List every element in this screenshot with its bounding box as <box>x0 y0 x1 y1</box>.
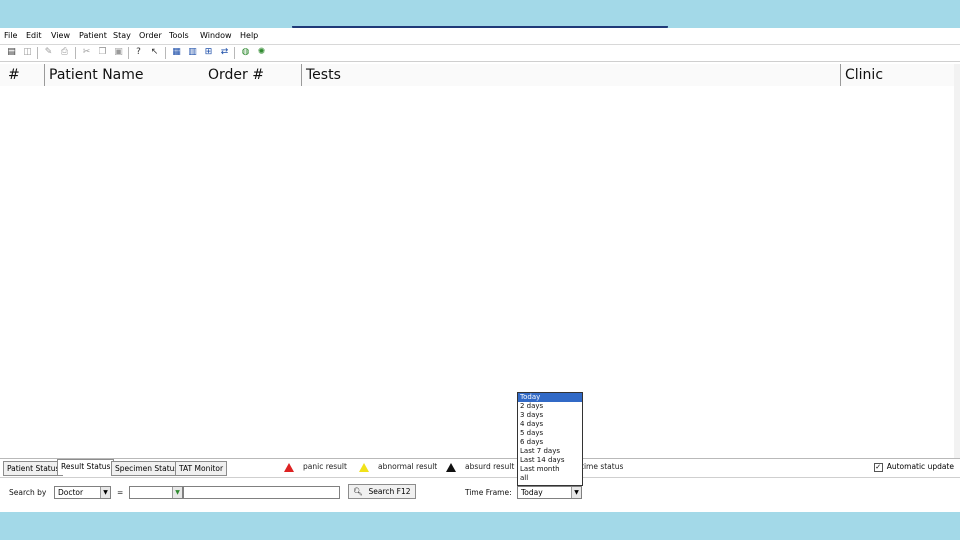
edit-icon[interactable]: ✎ <box>43 47 54 58</box>
menu-file[interactable]: File <box>4 31 17 41</box>
open-folder-icon[interactable]: ▤ <box>6 47 17 58</box>
chevron-down-icon[interactable]: ▼ <box>100 487 110 498</box>
time-frame-option-today[interactable]: Today <box>518 393 582 402</box>
legend-absurd-label: absurd result <box>465 462 515 471</box>
time-frame-select[interactable]: Today ▼ <box>517 486 582 499</box>
column-header-clinic[interactable]: Clinic <box>840 64 899 86</box>
results-table-body[interactable] <box>0 86 954 458</box>
chevron-down-icon[interactable]: ▼ <box>571 487 581 498</box>
time-frame-value: Today <box>521 488 543 497</box>
menu-patient[interactable]: Patient <box>79 31 107 41</box>
time-frame-option-last-14-days[interactable]: Last 14 days <box>518 456 582 465</box>
menu-window[interactable]: Window <box>200 31 232 41</box>
legend-panic: panic result <box>284 462 347 472</box>
tab-patient-status[interactable]: Patient Status <box>3 461 64 476</box>
column-header-tests[interactable]: Tests <box>301 64 842 86</box>
toolbar-separator <box>37 47 38 59</box>
time-frame-dropdown-list: Today 2 days 3 days 4 days 5 days 6 days… <box>517 392 583 486</box>
panic-triangle-icon <box>284 462 294 472</box>
vertical-scrollbar[interactable] <box>954 64 960 458</box>
column-header-number[interactable]: # <box>4 64 44 86</box>
column-header-order-number[interactable]: Order # <box>204 64 302 86</box>
context-help-icon[interactable]: ↖ <box>149 47 160 58</box>
tab-specimen-status[interactable]: Specimen Status <box>111 461 183 476</box>
search-by-select[interactable]: Doctor ▼ <box>54 486 111 499</box>
menu-view[interactable]: View <box>51 31 70 41</box>
status-tab-bar: Patient Status Result Status Specimen St… <box>0 458 960 477</box>
time-frame-option-all[interactable]: all <box>518 474 582 483</box>
legend-absurd: absurd result <box>446 462 514 472</box>
toolbar-separator <box>234 47 235 59</box>
time-frame-option-last-7-days[interactable]: Last 7 days <box>518 447 582 456</box>
time-frame-option-4-days[interactable]: 4 days <box>518 420 582 429</box>
order-icon[interactable]: ▥ <box>187 47 198 58</box>
search-value-select[interactable]: ▼ <box>129 486 183 499</box>
automatic-update-option[interactable]: ✓ Automatic update <box>873 461 954 472</box>
automatic-update-checkbox[interactable]: ✓ <box>873 462 883 472</box>
column-header-patient-name[interactable]: Patient Name <box>44 64 205 86</box>
patient-icon[interactable]: ▦ <box>171 47 182 58</box>
help-icon[interactable]: ? <box>133 47 144 58</box>
menu-edit[interactable]: Edit <box>26 31 42 41</box>
search-button-label: Search F12 <box>368 487 411 496</box>
toolbar-separator <box>75 47 76 59</box>
abnormal-triangle-icon <box>359 462 369 472</box>
transfer-icon[interactable]: ⇄ <box>219 47 230 58</box>
gear-icon[interactable]: ✺ <box>256 47 267 58</box>
time-frame-option-3-days[interactable]: 3 days <box>518 411 582 420</box>
search-button[interactable]: 🔍︎ Search F12 <box>348 484 416 499</box>
time-frame-option-5-days[interactable]: 5 days <box>518 429 582 438</box>
menu-stay[interactable]: Stay <box>113 31 131 41</box>
search-icon: 🔍︎ <box>353 487 363 496</box>
time-frame-option-last-month[interactable]: Last month <box>518 465 582 474</box>
time-frame-option-6-days[interactable]: 6 days <box>518 438 582 447</box>
menu-tools[interactable]: Tools <box>169 31 189 41</box>
search-by-value: Doctor <box>58 488 84 497</box>
absurd-triangle-icon <box>446 462 456 472</box>
legend-abnormal: abnormal result <box>359 462 437 472</box>
time-frame-label: Time Frame: <box>465 488 512 497</box>
tab-tat-monitor[interactable]: TAT Monitor <box>175 461 228 476</box>
print-icon[interactable]: ⎙ <box>59 47 70 58</box>
automatic-update-label: Automatic update <box>886 462 954 471</box>
tab-result-status[interactable]: Result Status <box>57 459 115 475</box>
menu-help[interactable]: Help <box>240 31 258 41</box>
cut-icon[interactable]: ✂ <box>81 47 92 58</box>
save-icon[interactable]: ◫ <box>22 47 33 58</box>
table-header: # Patient Name Order # Tests Clinic <box>0 64 954 86</box>
toolbar-separator <box>165 47 166 59</box>
legend-panic-label: panic result <box>303 462 347 471</box>
legend-abnormal-label: abnormal result <box>378 462 438 471</box>
paste-icon[interactable]: ▣ <box>113 47 124 58</box>
search-by-label: Search by <box>9 488 47 497</box>
desktop-background <box>0 512 960 540</box>
menu-bar: File Edit View Patient Stay Order Tools … <box>0 28 960 45</box>
chevron-down-icon[interactable]: ▼ <box>172 487 182 498</box>
legend-time-status: time status <box>581 462 624 471</box>
search-bar: Search by Doctor ▼ = ▼ 🔍︎ Search F12 Time… <box>0 477 960 511</box>
search-separator: = <box>117 488 124 497</box>
globe-icon[interactable]: ◍ <box>240 47 251 58</box>
time-frame-option-2-days[interactable]: 2 days <box>518 402 582 411</box>
menu-order[interactable]: Order <box>139 31 162 41</box>
toolbar-separator <box>128 47 129 59</box>
search-text-input[interactable] <box>183 486 340 499</box>
copy-icon[interactable]: ❐ <box>97 47 108 58</box>
toolbar: ▤ ◫ ✎ ⎙ ✂ ❐ ▣ ? ↖ ▦ ▥ ⊞ ⇄ ◍ ✺ <box>0 45 960 62</box>
application-window: File Edit View Patient Stay Order Tools … <box>0 28 960 512</box>
network-icon[interactable]: ⊞ <box>203 47 214 58</box>
